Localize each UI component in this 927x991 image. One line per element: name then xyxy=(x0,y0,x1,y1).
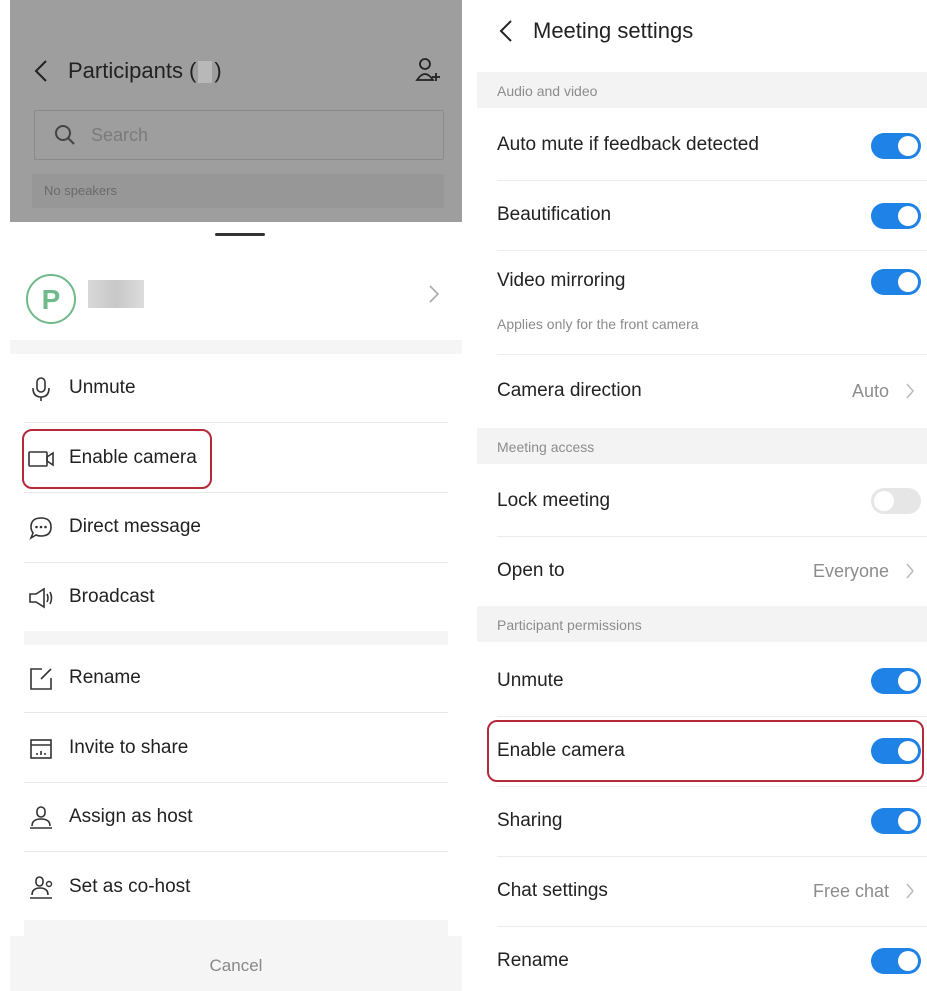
highlight-box-enable-camera xyxy=(487,720,924,782)
divider xyxy=(497,354,927,355)
toggle-auto-mute[interactable] xyxy=(871,133,921,159)
participant-count-blurred xyxy=(198,61,213,84)
microphone-icon xyxy=(28,376,54,402)
participants-title: Participants () xyxy=(68,58,222,84)
menu-item-direct-message[interactable]: Direct message xyxy=(10,497,462,559)
menu-item-label: Direct message xyxy=(69,516,201,537)
chat-settings-value: Free chat xyxy=(812,881,889,901)
search-icon xyxy=(53,123,77,147)
setting-lock-meeting: Lock meeting xyxy=(477,466,927,536)
share-screen-icon xyxy=(28,736,54,762)
video-mirroring-note: Applies only for the front camera xyxy=(497,316,699,332)
participant-name-blurred xyxy=(88,280,144,308)
chevron-right-icon xyxy=(428,284,440,304)
setting-beautification: Beautification xyxy=(477,180,927,250)
camera-direction-value: Auto xyxy=(851,381,889,401)
menu-item-label: Unmute xyxy=(69,377,136,398)
no-speakers-text: No speakers xyxy=(44,183,117,198)
setting-camera-direction[interactable]: Camera direction Auto xyxy=(477,356,927,426)
toggle-rename[interactable] xyxy=(871,948,921,974)
toggle-lock-meeting[interactable] xyxy=(871,488,921,514)
sheet-drag-handle[interactable] xyxy=(215,233,265,236)
section-header-meeting-access: Meeting access xyxy=(477,428,927,464)
avatar: P xyxy=(26,274,76,324)
section-header-audio-video: Audio and video xyxy=(477,72,927,108)
divider xyxy=(24,562,448,563)
settings-header: Meeting settings xyxy=(477,0,927,70)
chevron-right-icon xyxy=(905,382,915,400)
co-host-icon xyxy=(28,875,54,901)
menu-item-label: Broadcast xyxy=(69,586,155,607)
divider xyxy=(24,422,448,423)
toggle-video-mirroring[interactable] xyxy=(871,269,921,295)
divider xyxy=(24,712,448,713)
menu-item-broadcast[interactable]: Broadcast xyxy=(10,567,462,629)
cancel-label: Cancel xyxy=(209,956,263,975)
setting-rename: Rename xyxy=(477,926,927,991)
toggle-sharing[interactable] xyxy=(871,808,921,834)
chat-icon xyxy=(28,515,54,541)
open-to-value: Everyone xyxy=(812,561,889,581)
participant-row[interactable]: P xyxy=(10,250,462,340)
back-arrow-icon[interactable] xyxy=(497,16,515,46)
divider xyxy=(24,492,448,493)
search-input[interactable]: Search xyxy=(34,110,444,160)
menu-item-label: Set as co-host xyxy=(69,876,191,897)
divider xyxy=(24,851,448,852)
section-separator xyxy=(24,920,448,936)
back-arrow-icon[interactable] xyxy=(32,56,50,86)
chevron-right-icon xyxy=(905,882,915,900)
divider xyxy=(24,782,448,783)
menu-item-rename[interactable]: Rename xyxy=(10,648,462,710)
menu-item-set-as-co-host[interactable]: Set as co-host xyxy=(10,857,462,919)
chevron-right-icon xyxy=(905,562,915,580)
menu-item-invite-to-share[interactable]: Invite to share xyxy=(10,718,462,780)
megaphone-icon xyxy=(28,585,54,611)
setting-unmute: Unmute xyxy=(477,646,927,716)
edit-icon xyxy=(28,666,54,692)
add-participant-icon[interactable] xyxy=(414,56,442,84)
toggle-beautification[interactable] xyxy=(871,203,921,229)
menu-item-label: Invite to share xyxy=(69,737,189,758)
search-placeholder: Search xyxy=(91,125,149,145)
setting-chat-settings[interactable]: Chat settings Free chat xyxy=(477,856,927,926)
dimmed-participants-header: Participants () Search No speakers xyxy=(10,0,462,222)
menu-item-label: Rename xyxy=(69,667,141,688)
page-title: Meeting settings xyxy=(533,18,694,43)
menu-item-label: Assign as host xyxy=(69,806,193,827)
no-speakers-bar: No speakers xyxy=(32,174,444,208)
menu-item-unmute[interactable]: Unmute xyxy=(10,358,462,420)
section-separator xyxy=(24,631,448,645)
section-header-participant-permissions: Participant permissions xyxy=(477,606,927,642)
cancel-button[interactable]: Cancel xyxy=(10,936,462,991)
highlight-box-enable-camera xyxy=(22,429,212,489)
participants-panel: Participants () Search No speakers P Unm… xyxy=(10,0,462,991)
setting-open-to[interactable]: Open to Everyone xyxy=(477,536,927,606)
toggle-unmute[interactable] xyxy=(871,668,921,694)
setting-video-mirroring: Video mirroring xyxy=(477,246,927,316)
setting-sharing: Sharing xyxy=(477,786,927,856)
setting-auto-mute: Auto mute if feedback detected xyxy=(477,110,927,180)
menu-item-assign-as-host[interactable]: Assign as host xyxy=(10,787,462,849)
meeting-settings-panel: Meeting settings Audio and video Auto mu… xyxy=(477,0,927,991)
host-icon xyxy=(28,805,54,831)
section-separator xyxy=(10,340,462,354)
